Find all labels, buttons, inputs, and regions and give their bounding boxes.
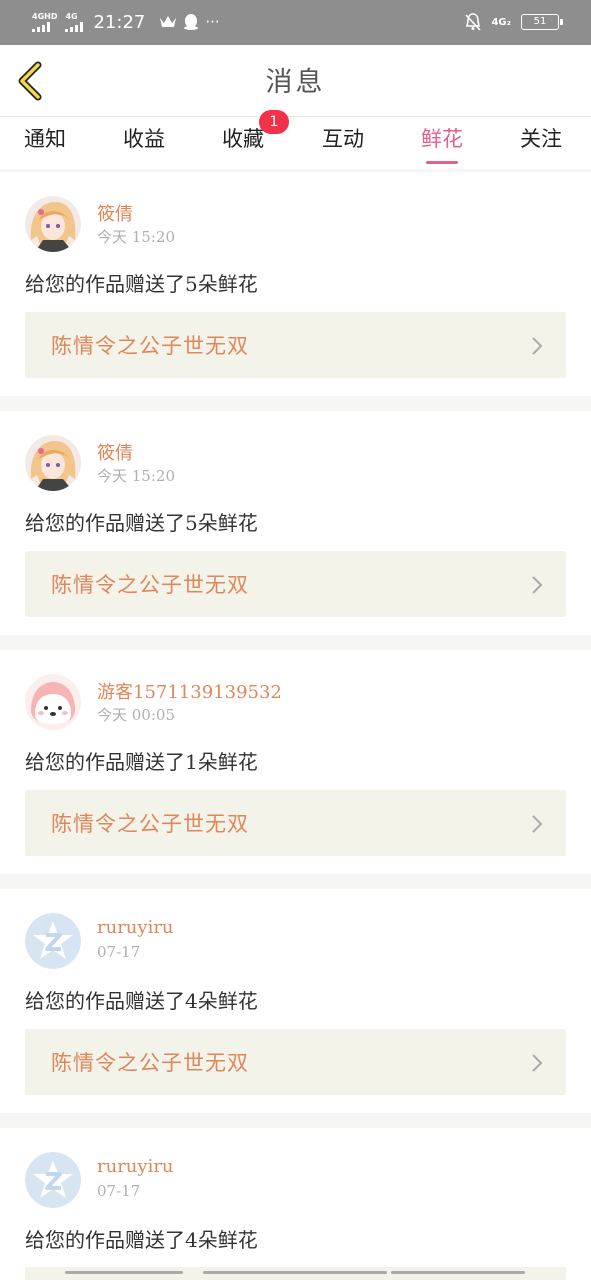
tab-favorites[interactable]: 收藏 1 xyxy=(222,110,289,153)
sim2-label: 4G xyxy=(65,11,78,21)
avatar[interactable] xyxy=(25,913,81,969)
timestamp: 07-17 xyxy=(97,943,141,961)
message-text: 给您的作品赠送了5朵鲜花 xyxy=(25,511,258,535)
avatar[interactable] xyxy=(25,674,81,730)
sim1-label: 4GHD xyxy=(32,11,58,21)
signal-icon xyxy=(32,21,50,32)
tab-label: 通知 xyxy=(24,127,66,151)
message-text: 给您的作品赠送了5朵鲜花 xyxy=(25,272,258,296)
notification-card: 筱倩 今天 15:20 给您的作品赠送了5朵鲜花 陈情令之公子世无双 xyxy=(0,172,591,396)
navigation-handle xyxy=(65,1271,183,1274)
message-text: 给您的作品赠送了4朵鲜花 xyxy=(25,1228,258,1252)
sender-name[interactable]: ruruyiru xyxy=(97,1156,174,1177)
default-avatar-icon xyxy=(25,1152,81,1208)
sender-name[interactable]: ruruyiru xyxy=(97,917,174,938)
tab-label: 关注 xyxy=(520,127,562,151)
notification-card: 筱倩 今天 15:20 给您的作品赠送了5朵鲜花 陈情令之公子世无双 xyxy=(0,411,591,635)
status-left: 4GHD 4G 21:27 ··· xyxy=(32,10,220,34)
book-link[interactable]: 陈情令之公子世无双 xyxy=(25,551,566,617)
tab-flowers[interactable]: 鲜花 xyxy=(421,123,463,164)
book-link[interactable] xyxy=(25,1267,566,1280)
qq-icon xyxy=(184,14,199,30)
book-title: 陈情令之公子世无双 xyxy=(51,334,249,358)
avatar[interactable] xyxy=(25,435,81,491)
unread-badge: 1 xyxy=(259,110,289,134)
sender-name[interactable]: 游客1571139139532 xyxy=(97,678,282,704)
avatar[interactable] xyxy=(25,1152,81,1208)
book-title: 陈情令之公子世无双 xyxy=(51,812,249,836)
sender-name[interactable]: 筱倩 xyxy=(97,439,133,465)
book-title: 陈情令之公子世无双 xyxy=(51,573,249,597)
timestamp: 今天 15:20 xyxy=(97,467,175,485)
notification-card: ruruyiru 07-17 给您的作品赠送了4朵鲜花 陈情令之公子世无双 xyxy=(0,889,591,1113)
timestamp: 今天 15:20 xyxy=(97,228,175,246)
chevron-right-icon xyxy=(532,337,543,355)
anime-avatar-icon xyxy=(25,435,81,491)
tab-following[interactable]: 关注 xyxy=(520,123,562,153)
tab-label: 鲜花 xyxy=(421,127,463,151)
clock: 21:27 xyxy=(93,11,146,33)
avatar[interactable] xyxy=(25,196,81,252)
default-avatar-icon xyxy=(25,913,81,969)
timestamp: 今天 00:05 xyxy=(97,706,175,724)
tab-label: 收益 xyxy=(123,127,165,151)
notification-card: 游客1571139139532 今天 00:05 给您的作品赠送了1朵鲜花 陈情… xyxy=(0,650,591,874)
sender-name[interactable]: 筱倩 xyxy=(97,200,133,226)
active-tab-indicator xyxy=(426,161,458,164)
book-title: 陈情令之公子世无双 xyxy=(51,1051,249,1075)
message-text: 给您的作品赠送了1朵鲜花 xyxy=(25,750,258,774)
battery-icon: 51 xyxy=(521,14,563,30)
navigation-handle xyxy=(391,1271,525,1274)
status-right: 4G₂ 51 xyxy=(465,12,563,32)
network-indicator: 4G₂ xyxy=(491,16,511,28)
tab-label: 互动 xyxy=(322,127,364,151)
crown-icon xyxy=(160,16,177,27)
notification-list: 筱倩 今天 15:20 给您的作品赠送了5朵鲜花 陈情令之公子世无双 筱倩 今天… xyxy=(0,172,591,1280)
tab-earnings[interactable]: 收益 xyxy=(123,123,165,153)
anime-avatar-icon xyxy=(25,196,81,252)
signal-sim2: 4G xyxy=(65,11,84,32)
book-link[interactable]: 陈情令之公子世无双 xyxy=(25,1029,566,1095)
bell-muted-icon xyxy=(465,13,482,31)
chevron-right-icon xyxy=(532,1054,543,1072)
tab-interaction[interactable]: 互动 xyxy=(322,123,364,153)
signal-icon xyxy=(65,21,84,32)
navigation-handle xyxy=(203,1271,387,1274)
chevron-right-icon xyxy=(532,576,543,594)
signal-sim1: 4GHD xyxy=(32,11,58,32)
page-title: 消息 xyxy=(265,67,326,98)
message-text: 给您的作品赠送了4朵鲜花 xyxy=(25,989,258,1013)
tab-notice[interactable]: 通知 xyxy=(24,123,66,153)
tab-bar: 通知 收益 收藏 1 互动 鲜花 关注 xyxy=(0,110,591,169)
chevron-right-icon xyxy=(532,815,543,833)
book-link[interactable]: 陈情令之公子世无双 xyxy=(25,312,566,378)
timestamp: 07-17 xyxy=(97,1182,141,1200)
pink-blob-avatar-icon xyxy=(25,674,81,730)
more-notifications-icon: ··· xyxy=(205,13,220,31)
book-link[interactable]: 陈情令之公子世无双 xyxy=(25,790,566,856)
status-bar: 4GHD 4G 21:27 ··· 4G₂ 51 xyxy=(0,0,591,45)
tab-label: 收藏 xyxy=(222,127,264,151)
nav-bar: 消息 xyxy=(0,45,591,117)
notification-card: ruruyiru 07-17 给您的作品赠送了4朵鲜花 xyxy=(0,1128,591,1280)
